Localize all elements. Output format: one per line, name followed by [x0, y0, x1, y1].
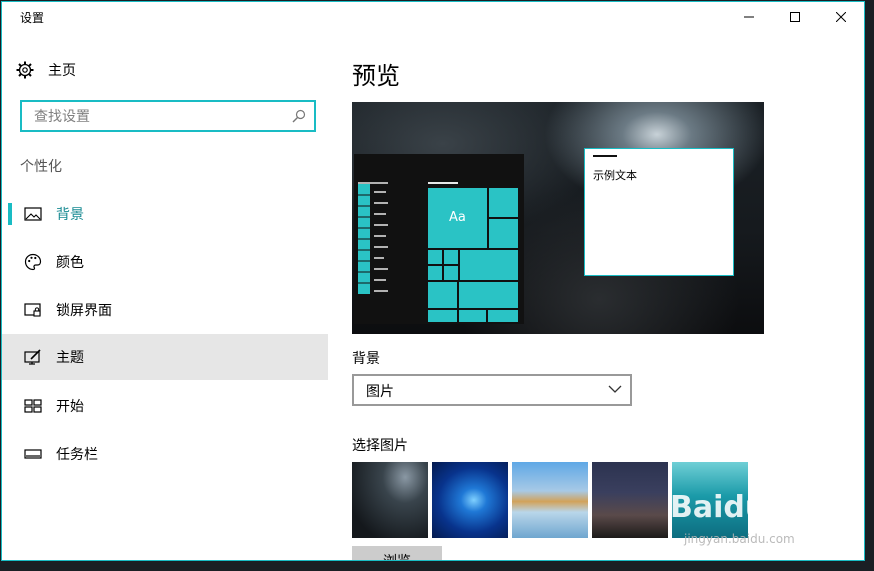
- background-dropdown[interactable]: 图片: [352, 374, 632, 406]
- preview-window-title-line: [593, 155, 617, 157]
- sidebar-item-label: 颜色: [56, 255, 84, 271]
- sidebar-item-label: 开始: [56, 399, 84, 415]
- settings-window: 设置 主页 查找设置 个性化 背景 颜色 锁屏界面 主题 开始 任务栏 预览 A…: [1, 1, 865, 561]
- preview-tile: [459, 310, 486, 322]
- preview-tile: [444, 250, 458, 264]
- preview-tile: [428, 310, 457, 322]
- minimize-button[interactable]: [726, 2, 772, 32]
- preview-window: 示例文本: [584, 148, 734, 276]
- preview-tile: [428, 266, 442, 280]
- picture-thumbnail-3[interactable]: [512, 462, 588, 538]
- close-button[interactable]: [818, 2, 864, 32]
- image-icon: [24, 207, 42, 221]
- lock-screen-icon: [24, 303, 41, 317]
- window-title: 设置: [20, 11, 45, 25]
- start-icon: [24, 399, 42, 413]
- preview-tile: [428, 282, 457, 308]
- choose-picture-label: 选择图片: [352, 438, 408, 454]
- preview-tile: [488, 310, 518, 322]
- sidebar: 主页 个性化 背景 颜色: [2, 32, 328, 560]
- browse-button[interactable]: 浏览: [352, 546, 442, 560]
- maximize-button[interactable]: [772, 2, 818, 32]
- sidebar-item-themes[interactable]: 主题: [2, 334, 328, 380]
- page-title: 预览: [352, 62, 400, 90]
- palette-icon: [24, 253, 42, 271]
- preview-start-menu: Aa: [354, 154, 524, 324]
- theme-icon: [24, 349, 41, 365]
- preview-tile-large: Aa: [428, 188, 487, 248]
- background-label: 背景: [352, 351, 380, 367]
- search-box[interactable]: [20, 100, 316, 132]
- preview-header-line: [428, 182, 458, 184]
- preview-list-lines: [358, 182, 388, 292]
- search-input[interactable]: [32, 107, 286, 127]
- sidebar-item-background[interactable]: 背景: [2, 191, 328, 237]
- main-panel: 预览 Aa 示例文本 背景 图片 选择图片: [328, 32, 864, 560]
- sidebar-item-lock-screen[interactable]: 锁屏界面: [2, 287, 328, 333]
- sidebar-item-taskbar[interactable]: 任务栏: [2, 431, 328, 477]
- preview-tile: [489, 219, 518, 248]
- search-icon[interactable]: [292, 109, 306, 123]
- preview-tile: [489, 188, 518, 217]
- home-link[interactable]: 主页: [16, 58, 76, 82]
- minimize-icon: [744, 16, 754, 18]
- close-icon: [836, 12, 846, 22]
- preview-tile: [444, 266, 458, 280]
- sidebar-item-label: 背景: [56, 207, 84, 223]
- preview-tile: [428, 250, 442, 264]
- preview-tiles: Aa: [428, 188, 518, 322]
- sidebar-item-label: 任务栏: [56, 447, 98, 463]
- sidebar-item-label: 锁屏界面: [56, 303, 112, 319]
- picture-thumbnail-4[interactable]: [592, 462, 668, 538]
- home-label: 主页: [48, 63, 76, 79]
- maximize-icon: [790, 12, 800, 22]
- preview-sample-text: 示例文本: [593, 169, 637, 182]
- sidebar-item-label: 主题: [56, 350, 84, 366]
- picture-thumbnail-5[interactable]: [672, 462, 748, 538]
- theme-preview: Aa 示例文本: [352, 102, 764, 334]
- active-indicator: [8, 203, 12, 225]
- preview-tile: [460, 250, 518, 280]
- background-dropdown-value: 图片: [366, 384, 394, 400]
- taskbar-icon: [24, 449, 42, 459]
- sidebar-item-start[interactable]: 开始: [2, 383, 328, 429]
- preview-tile: [459, 282, 518, 308]
- picture-thumbnail-2[interactable]: [432, 462, 508, 538]
- title-bar[interactable]: 设置: [2, 2, 864, 32]
- preview-tile-label: Aa: [449, 210, 466, 225]
- picture-thumbnail-1[interactable]: [352, 462, 428, 538]
- sidebar-item-colors[interactable]: 颜色: [2, 239, 328, 285]
- chevron-down-icon: [608, 385, 622, 393]
- section-heading: 个性化: [20, 159, 62, 175]
- gear-icon: [16, 61, 34, 79]
